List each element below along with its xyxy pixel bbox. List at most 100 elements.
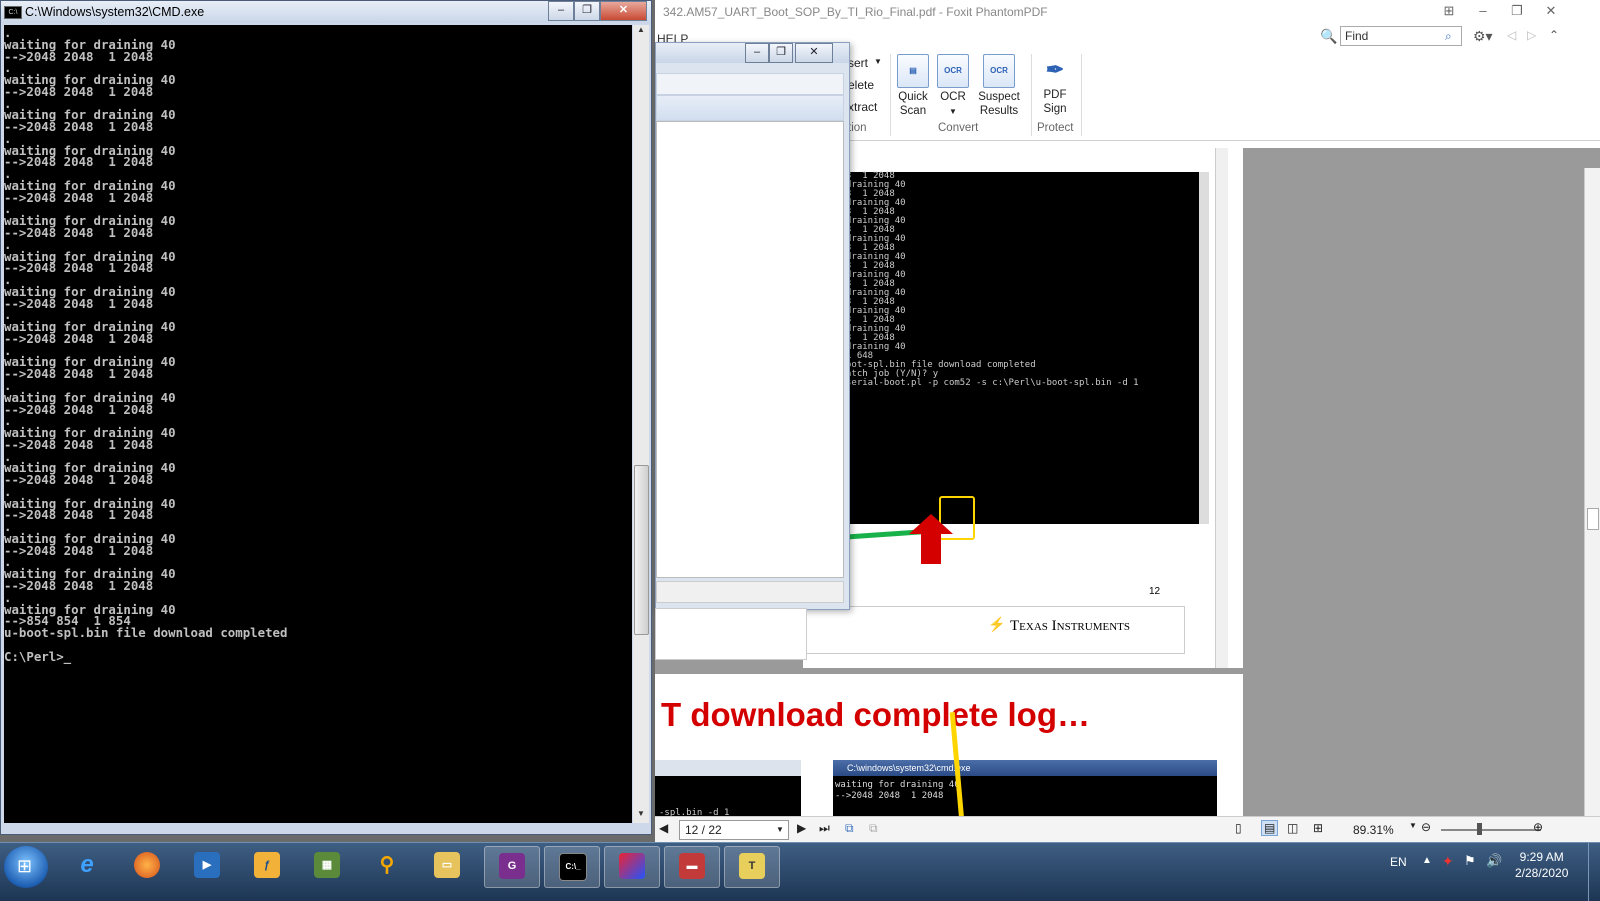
close-button[interactable]: ✕ xyxy=(1537,3,1565,21)
toolbox-icon: ▬ xyxy=(679,853,705,879)
insert-dropdown-icon[interactable]: ▼ xyxy=(874,57,882,66)
page-dropdown-icon[interactable]: ▼ xyxy=(776,825,784,834)
reflow-icon[interactable]: ⧉ xyxy=(845,821,854,836)
foxit-icon: G xyxy=(499,853,525,879)
quick-scan-label: Quick Scan xyxy=(898,91,928,117)
insert-button[interactable]: sert xyxy=(848,56,868,70)
dialog-close-button[interactable]: ✕ xyxy=(795,43,833,63)
pdf-sign-label: PDF Sign xyxy=(1043,89,1067,115)
start-button[interactable]: ⊞ xyxy=(4,846,48,888)
suspect-ocr-icon: OCR xyxy=(983,54,1015,88)
slide-heading: T download complete log… xyxy=(661,696,1090,733)
network-icon[interactable]: ⚑ xyxy=(1464,853,1476,869)
continuous-facing-icon[interactable]: ⊞ xyxy=(1313,821,1323,835)
app-icon: ƒ xyxy=(254,852,280,878)
find-input[interactable]: Find ⌕ xyxy=(1340,26,1462,46)
taskbar-ie[interactable]: e xyxy=(60,846,114,886)
prev-page-icon[interactable]: ◀ xyxy=(659,821,668,835)
pdf-sign-button[interactable]: ✒ PDF Sign xyxy=(1033,54,1077,122)
restore-button[interactable]: ❐ xyxy=(1503,3,1531,21)
cmd-close-button[interactable]: ✕ xyxy=(600,1,647,21)
cmd-icon: C:\_ xyxy=(559,853,587,881)
cmd-scrollbar[interactable]: ▲ ▼ xyxy=(633,25,649,823)
show-desktop-button[interactable] xyxy=(1588,843,1600,901)
scroll-up-icon[interactable]: ▲ xyxy=(633,25,649,39)
continuous-page-icon[interactable]: ▤ xyxy=(1261,820,1279,836)
extract-button[interactable]: xtract xyxy=(848,100,877,114)
page-number-text: 12 / 22 xyxy=(685,823,722,837)
windows-logo-icon: ⊞ xyxy=(17,856,33,876)
zoom-slider[interactable] xyxy=(1441,829,1541,831)
last-page-icon[interactable]: ⏭ xyxy=(819,821,830,836)
delete-button[interactable]: elete xyxy=(848,78,874,92)
tray-app-icon[interactable]: ✦ xyxy=(1442,853,1454,870)
search-icon[interactable]: ⌕ xyxy=(1445,29,1452,44)
taskbar-explorer[interactable]: ▭ xyxy=(420,846,474,886)
next-page-icon[interactable]: ▶ xyxy=(797,821,806,835)
zoom-level[interactable]: 89.31% xyxy=(1353,823,1394,837)
ribbon-group-convert: Convert xyxy=(938,122,979,134)
taskbar-toolbox[interactable]: ▬ xyxy=(664,846,720,888)
cmd-minimize-button[interactable]: ‒ xyxy=(548,1,574,21)
zoom-out-icon[interactable]: ⊖ xyxy=(1421,820,1431,834)
mini-cmd-text: waiting for draining 40 -->2048 2048 1 20… xyxy=(835,780,960,802)
cmd-titlebar: C:\ C:\Windows\system32\CMD.exe ‒ ❐ ✕ xyxy=(1,1,651,23)
language-indicator[interactable]: EN xyxy=(1390,855,1407,869)
mini-cmd-right: C:\windows\system32\cmd.exe waiting for … xyxy=(833,712,1217,832)
ribbon-toggle-icon[interactable]: ⊞ xyxy=(1435,3,1463,21)
zoom-slider-handle[interactable] xyxy=(1477,823,1482,835)
scrollbar-thumb[interactable] xyxy=(1587,508,1599,530)
single-page-icon[interactable]: ▯ xyxy=(1235,821,1242,835)
explorer-icon: ▭ xyxy=(434,852,460,878)
status-bar: ◀ 12 / 22 ▼ ▶ ⏭ ⧉ ⧉ ▯ ▤ ◫ ⊞ 89.31% ▼ ⊖ ⊕ xyxy=(655,816,1600,843)
dialog-content xyxy=(656,121,844,578)
zoom-dropdown-icon[interactable]: ▼ xyxy=(1409,821,1417,830)
taskbar-paint[interactable] xyxy=(604,846,660,888)
zoom-in-icon[interactable]: ⊕ xyxy=(1533,820,1543,834)
taskbar-app[interactable]: ƒ xyxy=(240,846,294,886)
taskbar-firefox[interactable] xyxy=(120,846,174,886)
clock-date: 2/28/2020 xyxy=(1515,866,1569,880)
taskbar-app2[interactable]: ▦ xyxy=(300,846,354,886)
fit-icon[interactable]: ⧉ xyxy=(869,821,878,836)
red-arrow xyxy=(921,534,941,564)
document-scrollbar[interactable] xyxy=(1584,168,1600,816)
minimize-button[interactable]: – xyxy=(1469,3,1497,21)
dialog-restore-button[interactable]: ❐ xyxy=(769,43,793,63)
scroll-down-icon[interactable]: ▼ xyxy=(633,809,649,823)
quick-scan-button[interactable]: ▤ Quick Scan xyxy=(891,54,935,122)
tray-expand-icon[interactable]: ▲ xyxy=(1422,855,1432,866)
suspect-results-button[interactable]: OCR Suspect Results xyxy=(973,54,1025,122)
document-gutter xyxy=(1243,148,1600,816)
taskbar-tool[interactable]: T xyxy=(724,846,780,888)
ti-logo-icon: ⚡ xyxy=(988,616,1006,632)
firefox-icon xyxy=(134,852,160,878)
volume-icon[interactable]: 🔊 xyxy=(1486,853,1502,869)
scanner-icon: ▤ xyxy=(897,54,929,88)
dialog-toolbar xyxy=(656,73,844,95)
pen-icon: ✒ xyxy=(1045,57,1065,82)
taskbar-media[interactable]: ▶ xyxy=(180,846,234,886)
console-output-area[interactable]: . waiting for draining 40 -->2048 2048 1… xyxy=(4,25,632,823)
collapse-icon[interactable]: ⌃ xyxy=(1549,28,1559,42)
page-number-box[interactable]: 12 / 22 ▼ xyxy=(679,820,789,840)
ocr-button[interactable]: OCR OCR ▼ xyxy=(931,54,975,122)
back-arrow-icon[interactable]: ◁ xyxy=(1507,28,1516,42)
taskbar-foxit[interactable]: G xyxy=(484,846,540,888)
foxit-title-text: 342.AM57_UART_Boot_SOP_By_TI_Rio_Final.p… xyxy=(663,5,1048,19)
taskbar: ⊞ e ▶ ƒ ▦ ⚲ ▭ G C:\_ ▬ T EN ▲ ✦ ⚑ 🔊 9:29… xyxy=(0,842,1600,901)
dialog-window: ‒ ❐ ✕ xyxy=(655,42,850,610)
cmd-scroll-thumb[interactable] xyxy=(634,465,649,635)
settings-gear-icon[interactable]: ⚙▾ xyxy=(1473,28,1493,45)
taskbar-cmd[interactable]: C:\_ xyxy=(544,846,600,888)
page-number: 12 xyxy=(1149,586,1161,597)
suspect-results-label: Suspect Results xyxy=(978,91,1020,117)
clock[interactable]: 9:29 AM 2/28/2020 xyxy=(1515,849,1568,881)
dialog-minimize-button[interactable]: ‒ xyxy=(745,43,769,63)
terminal-screenshot-text: 3 1 2048 draining 40 3 1 2048 draining 40 3 … xyxy=(846,172,1139,388)
forward-arrow-icon[interactable]: ▷ xyxy=(1527,28,1536,42)
taskbar-magnifier[interactable]: ⚲ xyxy=(360,846,414,886)
cmd-restore-button[interactable]: ❐ xyxy=(574,1,600,21)
find-folder-icon[interactable]: 🔍 xyxy=(1320,28,1337,45)
facing-page-icon[interactable]: ◫ xyxy=(1287,821,1298,835)
